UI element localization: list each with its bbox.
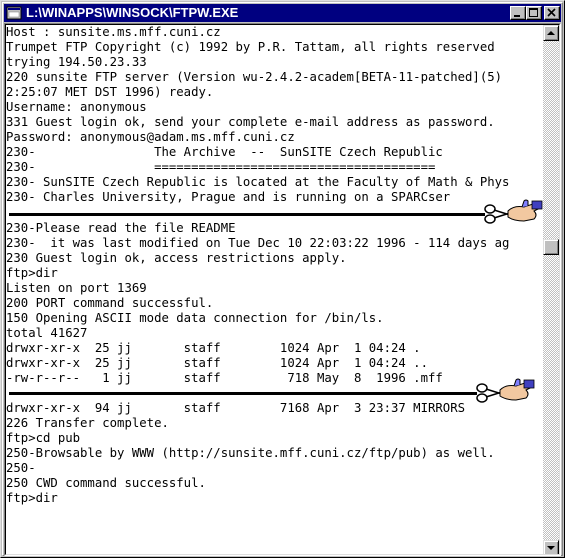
terminal-line: Username: anonymous (6, 100, 147, 114)
terminal-line: 226 Transfer complete. (6, 416, 169, 430)
minimize-button[interactable] (510, 6, 526, 20)
terminal-output[interactable]: Host : sunsite.ms.mff.cuni.cz Trumpet FT… (6, 25, 543, 554)
terminal-text-block-2: 230-Please read the file README 230- it … (6, 221, 509, 386)
terminal-line: ftp>dir (6, 266, 58, 280)
separator-line (9, 213, 485, 216)
maximize-button[interactable] (526, 6, 542, 20)
window-title: L:\WINAPPS\WINSOCK\FTPW.EXE (26, 5, 239, 20)
terminal-line: 230-Please read the file README (6, 221, 236, 235)
terminal-text-block-1: Host : sunsite.ms.mff.cuni.cz Trumpet FT… (6, 25, 509, 205)
terminal-line: 230- it was last modified on Tue Dec 10 … (6, 236, 510, 250)
terminal-line: Listen on port 1369 (6, 281, 147, 295)
title-bar[interactable]: L:\WINAPPS\WINSOCK\FTPW.EXE (4, 4, 561, 22)
vertical-scrollbar[interactable] (543, 25, 559, 554)
scroll-down-button[interactable] (543, 540, 559, 554)
terminal-line: 150 Opening ASCII mode data connection f… (6, 311, 384, 325)
terminal-line: drwxr-xr-x 25 jj staff 1024 Apr 1 04:24 … (6, 341, 421, 355)
terminal-line: 230- ===================================… (6, 160, 436, 174)
terminal-line: 250-Browsable by WWW (http://sunsite.mff… (6, 446, 495, 460)
terminal-line: Password: anonymous@adam.ms.mff.cuni.cz (6, 130, 295, 144)
terminal-line: 230- SunSITE Czech Republic is located a… (6, 175, 510, 189)
separator-line (9, 392, 477, 395)
terminal-line: ftp>cd pub (6, 431, 81, 445)
terminal-line: 230- The Archive -- SunSITE Czech Republ… (6, 145, 443, 159)
terminal-line: 250- (6, 461, 36, 475)
terminal-line: 2:25:07 MET DST 1996) ready. (6, 85, 214, 99)
terminal-line: drwxr-xr-x 25 jj staff 1024 Apr 1 04:24 … (6, 356, 428, 370)
terminal-line: 331 Guest login ok, send your complete e… (6, 115, 495, 129)
terminal-line: drwxr-xr-x 94 jj staff 7168 Apr 3 23:37 … (6, 401, 466, 415)
terminal-line: ftp>dir (6, 491, 58, 505)
close-button[interactable] (544, 6, 560, 20)
terminal-line: Host : sunsite.ms.mff.cuni.cz (6, 25, 221, 39)
terminal-line: 220 sunsite FTP server (Version wu-2.4.2… (6, 70, 503, 84)
scroll-thumb[interactable] (543, 239, 559, 255)
terminal-line: 200 PORT command successful. (6, 296, 214, 310)
terminal-line: total 41627 (6, 326, 88, 340)
terminal-line: 230 Guest login ok, access restrictions … (6, 251, 347, 265)
app-icon[interactable] (6, 5, 22, 21)
scroll-up-button[interactable] (543, 25, 559, 41)
terminal-line: Trumpet FTP Copyright (c) 1992 by P.R. T… (6, 40, 495, 54)
client-area: Host : sunsite.ms.mff.cuni.cz Trumpet FT… (4, 23, 561, 556)
ftp-window: L:\WINAPPS\WINSOCK\FTPW.EXE Host : sunsi… (0, 0, 565, 558)
terminal-text-block-3: drwxr-xr-x 94 jj staff 7168 Apr 3 23:37 … (6, 401, 495, 506)
terminal-line: trying 194.50.23.33 (6, 55, 147, 69)
terminal-line: 250 CWD command successful. (6, 476, 206, 490)
terminal-line: -rw-r--r-- 1 jj staff 718 May 8 1996 .mf… (6, 371, 443, 385)
terminal-line: 230- Charles University, Prague and is r… (6, 190, 451, 204)
